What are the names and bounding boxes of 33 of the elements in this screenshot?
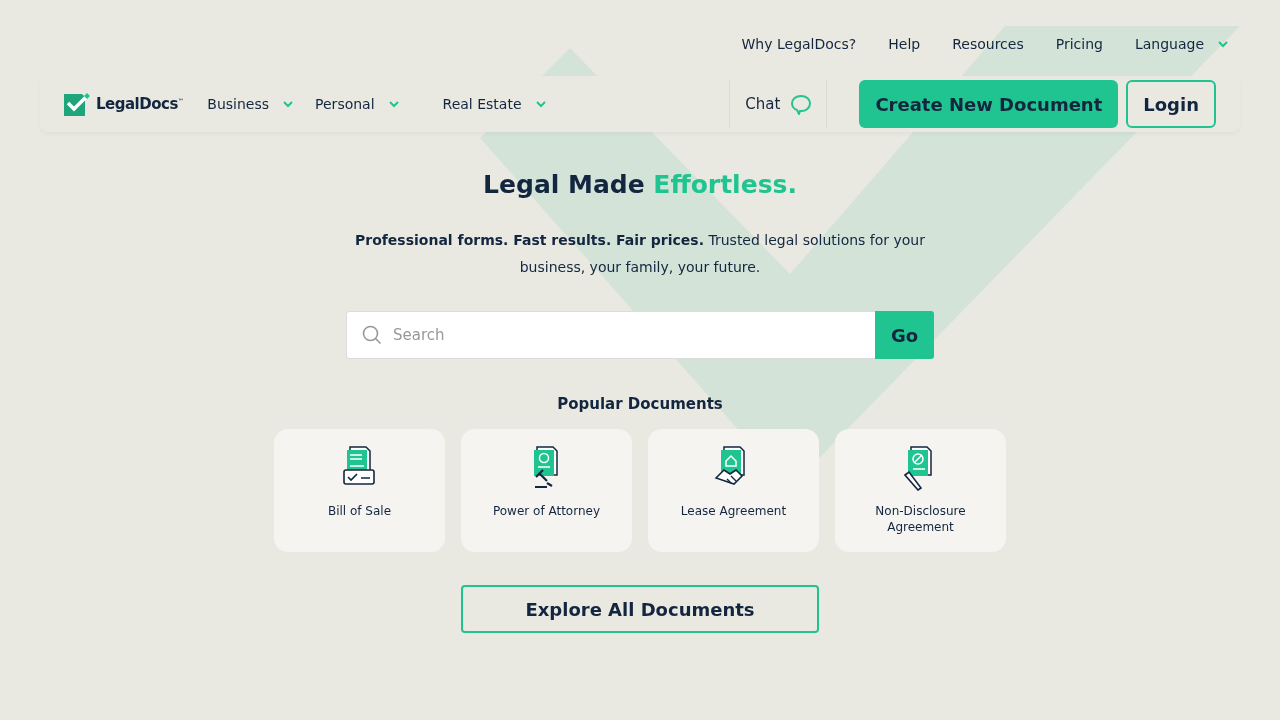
document-card[interactable]: Bill of Sale: [274, 429, 445, 552]
chevron-down-icon: [1218, 40, 1228, 48]
top-link[interactable]: Why LegalDocs?: [741, 36, 857, 52]
hero-title: Legal Made Effortless.: [483, 170, 797, 199]
chat-bubble-icon: [790, 93, 813, 115]
card-label: Non-Disclosure Agreement: [874, 503, 967, 535]
top-link[interactable]: Resources: [952, 36, 1024, 52]
explore-button[interactable]: Explore All Documents: [461, 585, 819, 633]
hero-subtitle: Professional forms. Fast results. Fair prices. Trusted legal solutions for your business, your family, your future.: [354, 231, 926, 277]
card-label: Lease Agreement: [679, 503, 788, 519]
chat-link[interactable]: Chat: [745, 93, 813, 115]
card-label: Bill of Sale: [326, 503, 393, 519]
card-label: Power of Attorney: [491, 503, 601, 519]
search-icon: [362, 325, 382, 345]
logo-icon: [64, 92, 92, 116]
nav-menu-item[interactable]: Business: [207, 96, 294, 112]
chevron-down-icon: [388, 100, 399, 108]
section-heading: Popular Documents: [557, 395, 723, 413]
document-card[interactable]: Power of Attorney: [461, 429, 632, 552]
go-button[interactable]: Go: [875, 311, 934, 359]
login-button[interactable]: Login: [1126, 80, 1216, 128]
logo-text[interactable]: LegalDocs$^{™}$: [96, 95, 184, 113]
create-document-button[interactable]: Create New Document: [859, 80, 1119, 128]
chevron-down-icon: [535, 100, 546, 108]
nav-menu-item[interactable]: Real Estate: [442, 96, 546, 112]
document-card[interactable]: Non-Disclosure Agreement: [835, 429, 1006, 552]
top-link[interactable]: Help: [888, 36, 921, 52]
search-field[interactable]: Search: [346, 311, 875, 359]
document-card[interactable]: Lease Agreement: [648, 429, 819, 552]
chevron-down-icon: [283, 100, 294, 108]
top-link[interactable]: Pricing: [1055, 36, 1103, 52]
nav-menu-item[interactable]: Personal: [315, 96, 399, 112]
top-link[interactable]: Language: [1134, 36, 1228, 52]
